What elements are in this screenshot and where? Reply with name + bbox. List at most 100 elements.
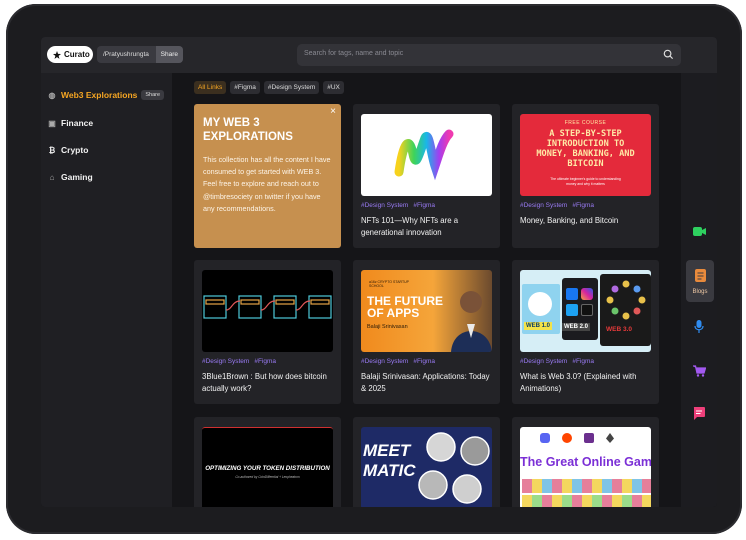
link-card[interactable]: OPTIMIZING YOUR TOKEN DISTRIBUTION Co-au…	[194, 417, 341, 507]
thumb-kicker: FREE COURSE	[564, 120, 607, 126]
thumb-headline: The Great Online Gam	[520, 455, 651, 469]
card-tags: #Design System #Figma	[202, 358, 281, 365]
rail-item-podcasts[interactable]	[689, 319, 709, 335]
card-title[interactable]: Balaji Srinivasan: Applications: Today &…	[361, 371, 495, 395]
tag-ux[interactable]: #UX	[323, 81, 344, 94]
card-tag[interactable]: #Design System	[361, 358, 408, 365]
gamepad-icon: ⌂	[49, 172, 55, 182]
card-tag[interactable]: #Figma	[254, 358, 276, 365]
card-tag[interactable]: #Design System	[520, 358, 567, 365]
collection-description: This collection has all the content I ha…	[203, 155, 331, 213]
thumb-headline: MEET MATIC	[363, 441, 416, 480]
curato-logo-button[interactable]: Curato	[47, 46, 93, 63]
nft-thumbnail	[361, 114, 492, 196]
thumb-headline: A STEP-BY-STEP INTRODUCTION TO MONEY, BA…	[536, 129, 635, 169]
tablet-frame: Curato /Pratyushrungta Share Search for …	[6, 4, 742, 534]
search-icon[interactable]	[663, 49, 674, 60]
money-course-thumbnail: FREE COURSE A STEP-BY-STEP INTRODUCTION …	[520, 114, 651, 196]
close-icon[interactable]: ×	[330, 106, 336, 117]
star-icon	[53, 50, 61, 59]
share-collection-button[interactable]: Share	[141, 90, 165, 100]
profile-url[interactable]: /Pratyushrungta Share	[97, 46, 183, 63]
avatar-row	[522, 479, 651, 493]
sidebar-item-finance[interactable]: ▣ Finance	[47, 115, 93, 131]
card-title[interactable]: NFTs 101—Why NFTs are a generational inn…	[361, 215, 495, 239]
tag-design-system[interactable]: #Design System	[263, 81, 320, 94]
card-tag[interactable]: #Design System	[520, 202, 567, 209]
card-title[interactable]: What is Web 3.0? (Explained with Animati…	[520, 371, 654, 395]
thumb-subtitle: Co-authored by CoinDifferntial + Leophea…	[235, 475, 300, 479]
link-card[interactable]: MEET MATIC	[353, 417, 500, 507]
cart-icon	[692, 365, 706, 377]
rail-item-shopping[interactable]	[689, 363, 709, 379]
discord-icon	[540, 433, 550, 443]
card-tags: #Design System #Figma	[361, 202, 440, 209]
card-tag[interactable]: #Design System	[202, 358, 249, 365]
token-distribution-thumbnail: OPTIMIZING YOUR TOKEN DISTRIBUTION Co-au…	[202, 427, 333, 507]
twitter-icon	[566, 304, 578, 316]
reddit-icon	[562, 433, 572, 443]
rail-item-label: Blogs	[692, 289, 708, 295]
web1-label: WEB 1.0	[524, 322, 553, 330]
tiktok-icon	[581, 304, 593, 316]
card-title[interactable]: 3Blue1Brown : But how does bitcoin actua…	[202, 371, 336, 395]
globe-icon: ◍	[48, 90, 56, 100]
web3-label: WEB 3.0	[606, 326, 633, 333]
meet-matic-thumbnail: MEET MATIC	[361, 427, 492, 507]
thumb-subtitle: Balaji Srinivasan	[367, 324, 408, 330]
sidebar-item-label: Finance	[61, 118, 94, 128]
logo-label: Curato	[64, 50, 90, 59]
link-card[interactable]: a16z CRYPTO STARTUP SCHOOL THE FUTURE OF…	[353, 260, 500, 404]
speaker-photo	[451, 291, 492, 352]
avatar-row	[522, 495, 651, 507]
top-bar: Curato /Pratyushrungta Share Search for …	[41, 37, 717, 73]
card-tag[interactable]: #Figma	[413, 202, 435, 209]
ethereum-icon	[606, 433, 614, 443]
link-card[interactable]: WEB 1.0 WEB 2.0 WEB 3.0 #Design System #F…	[512, 260, 659, 404]
share-profile-button[interactable]: Share	[155, 46, 183, 63]
card-tags: #Design System #Figma	[520, 358, 599, 365]
right-rail: Blogs	[681, 73, 717, 507]
sidebar-item-gaming[interactable]: ⌂ Gaming	[47, 169, 93, 185]
twitch-icon	[584, 433, 594, 443]
thumb-headline: OPTIMIZING YOUR TOKEN DISTRIBUTION	[205, 465, 330, 472]
thumb-icons	[540, 433, 640, 443]
link-card[interactable]: The Great Online Gam	[512, 417, 659, 507]
future-of-apps-thumbnail: a16z CRYPTO STARTUP SCHOOL THE FUTURE OF…	[361, 270, 492, 352]
tag-filter-bar: All Links #Figma #Design System #UX	[194, 81, 344, 94]
blog-icon	[695, 269, 706, 282]
crypto-ring-icon	[606, 280, 646, 320]
tag-all-links[interactable]: All Links	[194, 81, 227, 94]
card-title[interactable]: Money, Banking, and Bitcoin	[520, 215, 654, 227]
rail-item-notes[interactable]	[689, 405, 709, 421]
thumb-headline: THE FUTURE OF APPS	[367, 294, 443, 320]
web3-thumbnail: WEB 1.0 WEB 2.0 WEB 3.0	[520, 270, 651, 352]
money-icon: ▣	[48, 118, 56, 128]
rail-item-videos[interactable]	[689, 223, 709, 239]
link-card[interactable]: #Design System #Figma 3Blue1Brown : But h…	[194, 260, 341, 404]
app-screen: Curato /Pratyushrungta Share Search for …	[41, 37, 717, 507]
web2-label: WEB 2.0	[562, 323, 591, 331]
rail-item-blogs[interactable]: Blogs	[686, 260, 714, 302]
link-card[interactable]: #Design System #Figma NFTs 101—Why NFTs a…	[353, 104, 500, 248]
search-input[interactable]: Search for tags, name and topic	[297, 44, 681, 66]
card-tag[interactable]: #Figma	[572, 202, 594, 209]
instagram-icon	[581, 288, 593, 300]
search-placeholder: Search for tags, name and topic	[304, 50, 404, 57]
speaker-photos	[418, 432, 490, 504]
card-tag[interactable]: #Design System	[361, 202, 408, 209]
profile-url-text: /Pratyushrungta	[103, 51, 149, 58]
bitcoin-video-thumbnail	[202, 270, 333, 352]
sidebar-item-crypto[interactable]: ₿ Crypto	[47, 142, 89, 158]
link-card[interactable]: FREE COURSE A STEP-BY-STEP INTRODUCTION …	[512, 104, 659, 248]
card-tags: #Design System #Figma	[361, 358, 440, 365]
card-tag[interactable]: #Figma	[413, 358, 435, 365]
facebook-icon	[566, 288, 578, 300]
tag-figma[interactable]: #Figma	[230, 81, 260, 94]
bitcoin-icon: ₿	[48, 145, 56, 155]
card-tag[interactable]: #Figma	[572, 358, 594, 365]
sidebar-item-label: Crypto	[61, 145, 89, 155]
sidebar-item-web3-explorations[interactable]: ◍ Web3 Explorations Share	[47, 87, 165, 103]
sidebar: ◍ Web3 Explorations Share ▣ Finance ₿ Cr…	[41, 73, 172, 507]
sidebar-item-label: Gaming	[61, 172, 93, 182]
